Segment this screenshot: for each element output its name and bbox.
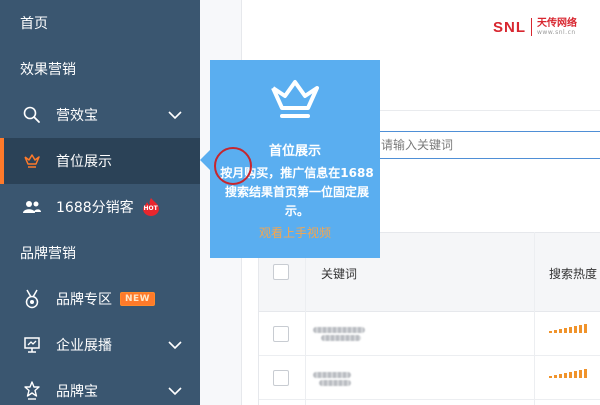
presentation-icon [22, 335, 42, 355]
medal-icon [22, 289, 42, 309]
row-checkbox[interactable] [273, 326, 289, 342]
chevron-down-icon[interactable] [166, 336, 184, 354]
sidebar-section-label: 效果营销 [20, 62, 76, 78]
sidebar-item-brand-treasure[interactable]: 品牌宝 [0, 368, 200, 405]
heat-indicator [549, 324, 587, 333]
sidebar-item-yingxiaobao[interactable]: 营效宝 [0, 92, 200, 138]
sidebar-item-label: 1688分销客 [56, 200, 134, 216]
crown-icon [22, 151, 42, 171]
sidebar-section-effect-marketing: 效果营销 [0, 46, 200, 92]
row-checkbox[interactable] [273, 370, 289, 386]
highlight-circle-annotation [214, 147, 252, 185]
watermark-logo: SNL 天传网络 www.snl.cn [493, 18, 577, 36]
hot-badge: HOT [140, 197, 162, 217]
table-row[interactable] [259, 312, 600, 356]
sidebar-section-label: 品牌营销 [20, 246, 76, 262]
sidebar-item-shouwei[interactable]: 首位展示 [0, 138, 200, 184]
sidebar-item-label: 品牌宝 [56, 384, 98, 400]
search-icon [22, 105, 42, 125]
sidebar-item-label: 品牌专区 [56, 292, 112, 308]
table-row[interactable] [259, 356, 600, 400]
logo-brand: SNL [493, 18, 526, 36]
sidebar: 首页 效果营销 营效宝 首位展示 1688分销客 HOT 品牌营销 品牌专区 N… [0, 0, 200, 405]
sidebar-item-fenxiaoke[interactable]: 1688分销客 HOT [0, 184, 200, 230]
blurred-keyword [321, 335, 361, 341]
heat-indicator [549, 369, 587, 378]
logo-divider [531, 18, 532, 36]
app-root: 首页 效果营销 营效宝 首位展示 1688分销客 HOT 品牌营销 品牌专区 N… [0, 0, 600, 405]
select-all-checkbox[interactable] [273, 264, 289, 280]
logo-text: 天传网络 www.snl.cn [537, 18, 577, 36]
search-input[interactable] [370, 132, 600, 158]
crown-icon [268, 78, 322, 120]
tutorial-video-link[interactable]: 观看上手视频 [210, 224, 380, 241]
sidebar-item-label: 企业展播 [56, 338, 112, 354]
popover-arrow [200, 150, 210, 170]
column-header-heat: 搜索热度 [549, 267, 598, 281]
new-badge: NEW [120, 292, 156, 306]
sidebar-section-brand-marketing: 品牌营销 [0, 230, 200, 276]
column-header-keyword: 关键词 [321, 267, 358, 281]
chevron-down-icon[interactable] [166, 106, 184, 124]
sidebar-item-label: 营效宝 [56, 108, 98, 124]
blurred-keyword [313, 372, 351, 378]
sidebar-item-label: 首页 [20, 16, 48, 32]
blurred-keyword [313, 327, 365, 333]
sidebar-item-label: 首位展示 [56, 154, 112, 170]
blurred-keyword [319, 380, 351, 386]
chevron-down-icon[interactable] [166, 382, 184, 400]
sidebar-item-home[interactable]: 首页 [0, 0, 200, 46]
sidebar-item-brand-zone[interactable]: 品牌专区 NEW [0, 276, 200, 322]
star-badge-icon [22, 381, 42, 401]
users-icon [22, 197, 42, 217]
keyword-search [370, 131, 600, 159]
sidebar-item-enterprise-broadcast[interactable]: 企业展播 [0, 322, 200, 368]
